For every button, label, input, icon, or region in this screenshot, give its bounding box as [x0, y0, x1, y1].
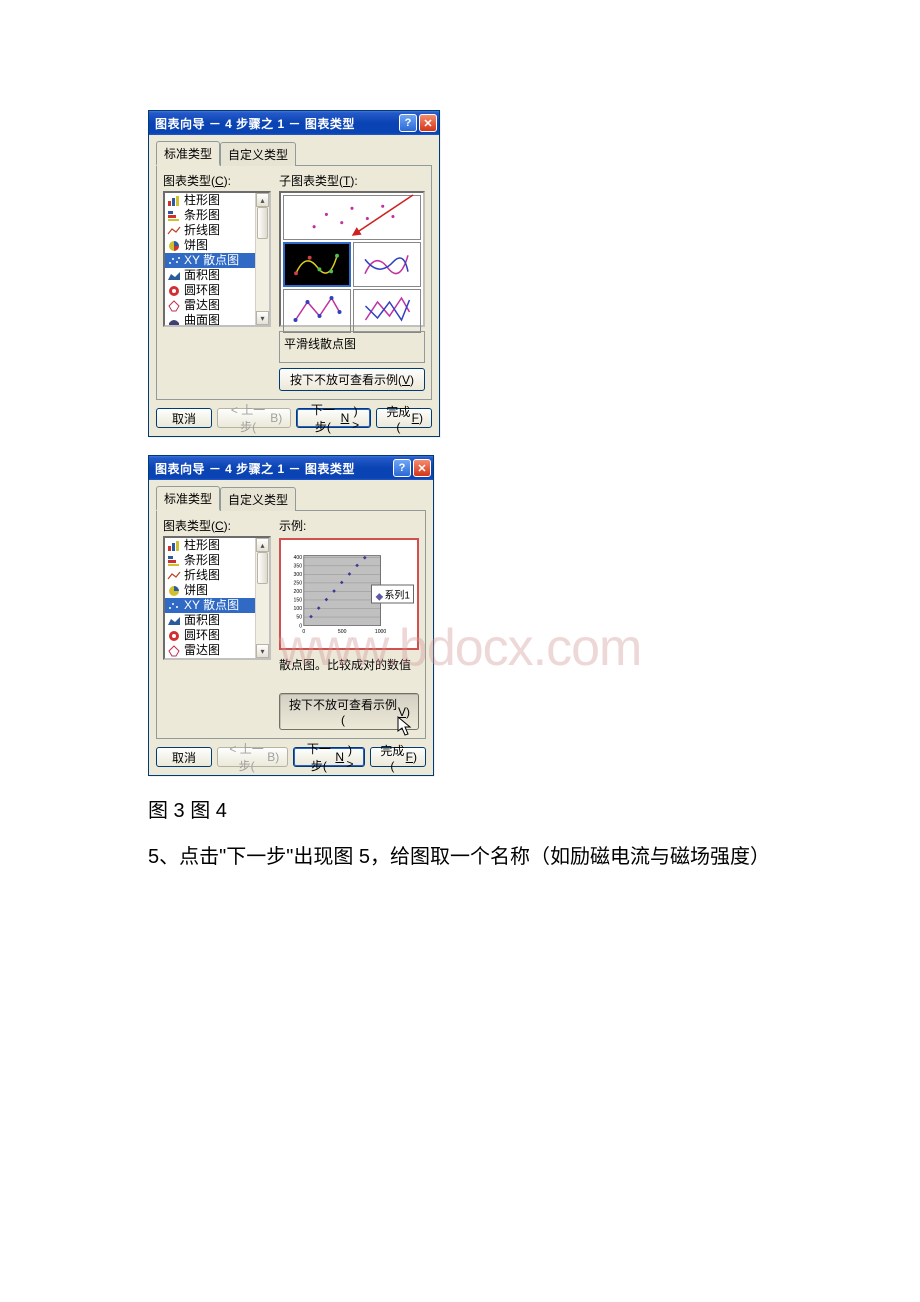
svg-text:50: 50: [296, 615, 302, 621]
subtype-scatter-points[interactable]: [283, 195, 421, 240]
scroll-up-button[interactable]: ▴: [256, 538, 269, 552]
radar-chart-icon: [167, 645, 181, 657]
svg-text:150: 150: [294, 598, 303, 604]
scroll-thumb[interactable]: [257, 207, 268, 239]
list-item[interactable]: 条形图: [165, 208, 255, 223]
tab-standard[interactable]: 标准类型: [156, 141, 220, 166]
body-text: 5、点击"下一步"出现图 5，给图取一个名称（如励磁电流与磁场强度）: [148, 841, 780, 873]
cancel-button[interactable]: 取消: [156, 408, 212, 428]
chart-legend: ◆ 系列1: [371, 585, 414, 604]
subtype-description: 平滑线散点图: [279, 331, 425, 363]
list-item-selected[interactable]: XY 散点图: [165, 598, 255, 613]
chart-preview: 0 50 100 150 200 250 300 350 400: [279, 538, 419, 650]
list-item[interactable]: 折线图: [165, 223, 255, 238]
chart-type-label: 图表类型(C):: [163, 517, 271, 534]
list-item[interactable]: 雷达图: [165, 298, 255, 313]
svg-text:0: 0: [299, 623, 302, 629]
chart-type-label: 图表类型(C):: [163, 172, 271, 189]
area-chart-icon: [167, 270, 181, 282]
subtype-straight-line-markers[interactable]: [283, 289, 351, 333]
cancel-button[interactable]: 取消: [156, 747, 212, 767]
line-chart-icon: [167, 225, 181, 237]
chart-description: 散点图。比较成对的数值: [279, 656, 419, 673]
surface-chart-icon: [167, 315, 181, 327]
area-chart-icon: [167, 615, 181, 627]
tab-custom[interactable]: 自定义类型: [220, 487, 296, 511]
chart-type-listbox[interactable]: 柱形图 条形图 折线图 饼图 XY 散点图 面积图 圆环图 雷达图 曲面图: [163, 536, 271, 660]
list-item[interactable]: 条形图: [165, 553, 255, 568]
window-title: 图表向导 － 4 步骤之 1 － 图表类型: [155, 460, 391, 477]
legend-marker-icon: ◆: [375, 591, 381, 597]
list-item[interactable]: 曲面图: [165, 658, 255, 660]
column-chart-icon: [167, 195, 181, 207]
svg-text:300: 300: [294, 572, 303, 578]
next-button[interactable]: 下一步(N) >: [293, 747, 365, 767]
help-button[interactable]: ?: [399, 114, 417, 132]
finish-button[interactable]: 完成(F): [376, 408, 432, 428]
list-item[interactable]: 面积图: [165, 613, 255, 628]
list-item[interactable]: 饼图: [165, 238, 255, 253]
subtype-grid[interactable]: [279, 191, 425, 327]
bar-chart-icon: [167, 555, 181, 567]
list-item[interactable]: 柱形图: [165, 538, 255, 553]
scroll-down-button[interactable]: ▾: [256, 311, 269, 325]
figure-caption: 图 3 图 4: [148, 794, 780, 823]
subtype-smooth-line-markers[interactable]: [283, 242, 351, 287]
list-item[interactable]: 圆环图: [165, 283, 255, 298]
surface-chart-icon: [167, 660, 181, 661]
pie-chart-icon: [167, 585, 181, 597]
preview-example-button[interactable]: 按下不放可查看示例(V): [279, 693, 419, 730]
scroll-up-button[interactable]: ▴: [256, 193, 269, 207]
svg-text:100: 100: [294, 606, 303, 612]
sub-type-label: 子图表类型(T):: [279, 172, 425, 189]
list-item-selected[interactable]: XY 散点图: [165, 253, 255, 268]
doughnut-chart-icon: [167, 285, 181, 297]
tab-standard[interactable]: 标准类型: [156, 486, 220, 511]
titlebar: 图表向导 － 4 步骤之 1 － 图表类型 ? ✕: [149, 456, 433, 480]
doughnut-chart-icon: [167, 630, 181, 642]
svg-text:1000: 1000: [375, 629, 387, 635]
scrollbar[interactable]: ▴ ▾: [255, 538, 269, 658]
subtype-smooth-line[interactable]: [353, 242, 421, 287]
back-button: < 上一步(B): [217, 408, 291, 428]
scatter-chart-icon: [167, 600, 181, 612]
svg-text:0: 0: [302, 629, 305, 635]
chart-type-listbox[interactable]: 柱形图 条形图 折线图 饼图 XY 散点图 面积图 圆环图 雷达图 曲面图: [163, 191, 271, 327]
subtype-straight-line[interactable]: [353, 289, 421, 333]
list-item[interactable]: 面积图: [165, 268, 255, 283]
scatter-chart-icon: [167, 255, 181, 267]
preview-example-button[interactable]: 按下不放可查看示例(V): [279, 368, 425, 391]
list-item[interactable]: 柱形图: [165, 193, 255, 208]
window-title: 图表向导 － 4 步骤之 1 － 图表类型: [155, 115, 397, 132]
line-chart-icon: [167, 570, 181, 582]
bar-chart-icon: [167, 210, 181, 222]
scrollbar[interactable]: ▴ ▾: [255, 193, 269, 325]
svg-text:400: 400: [294, 555, 303, 561]
close-button[interactable]: ✕: [419, 114, 437, 132]
svg-text:350: 350: [294, 564, 303, 570]
tab-custom[interactable]: 自定义类型: [220, 142, 296, 166]
svg-text:250: 250: [294, 581, 303, 587]
help-button[interactable]: ?: [393, 459, 411, 477]
finish-button[interactable]: 完成(F): [370, 747, 426, 767]
list-item[interactable]: 圆环图: [165, 628, 255, 643]
titlebar: 图表向导 － 4 步骤之 1 － 图表类型 ? ✕: [149, 111, 439, 135]
list-item[interactable]: 雷达图: [165, 643, 255, 658]
radar-chart-icon: [167, 300, 181, 312]
list-item[interactable]: 曲面图: [165, 313, 255, 327]
scroll-down-button[interactable]: ▾: [256, 644, 269, 658]
close-button[interactable]: ✕: [413, 459, 431, 477]
pie-chart-icon: [167, 240, 181, 252]
next-button[interactable]: 下一步(N) >: [296, 408, 371, 428]
column-chart-icon: [167, 540, 181, 552]
chart-wizard-dialog-1: 图表向导 － 4 步骤之 1 － 图表类型 ? ✕ 标准类型 自定义类型 图表类…: [148, 110, 440, 437]
example-label: 示例:: [279, 517, 419, 534]
back-button: < 上一步(B): [217, 747, 288, 767]
list-item[interactable]: 饼图: [165, 583, 255, 598]
chart-wizard-dialog-2: 图表向导 － 4 步骤之 1 － 图表类型 ? ✕ 标准类型 自定义类型 图表类…: [148, 455, 434, 776]
svg-text:200: 200: [294, 589, 303, 595]
scroll-thumb[interactable]: [257, 552, 268, 584]
svg-text:500: 500: [338, 629, 347, 635]
list-item[interactable]: 折线图: [165, 568, 255, 583]
